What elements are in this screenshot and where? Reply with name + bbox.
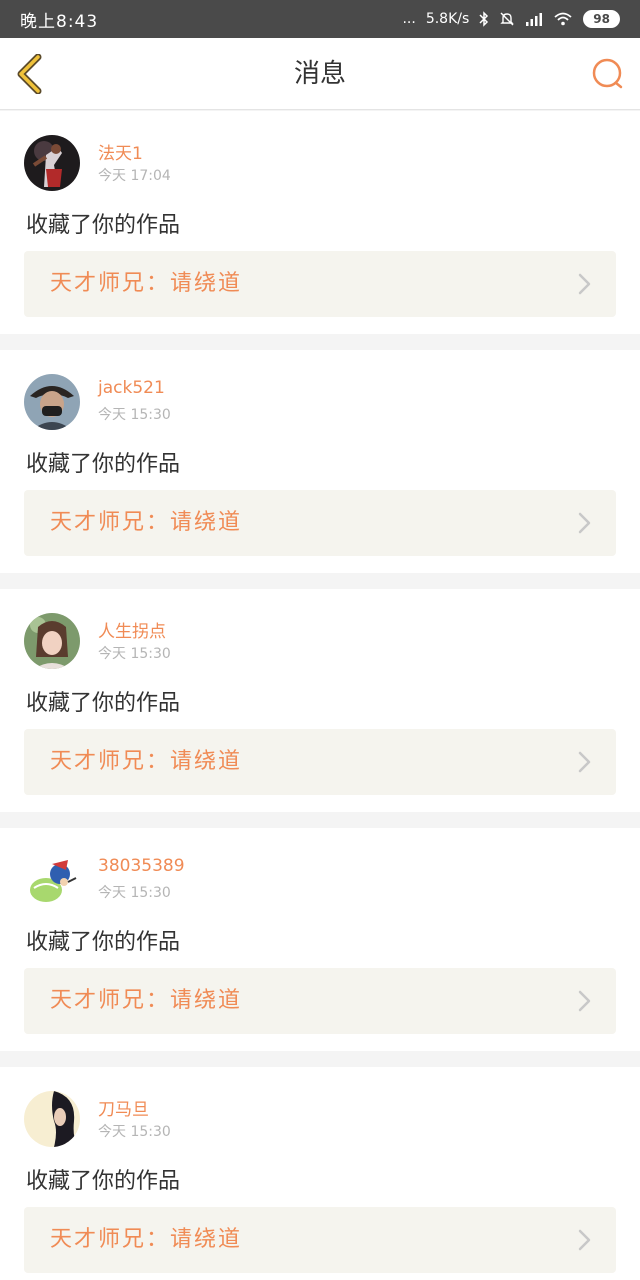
chevron-right-icon: [578, 751, 591, 773]
work-title: 天才师兄：请绕道: [50, 510, 243, 535]
message-text: 收藏了你的作品: [26, 452, 181, 477]
avatar[interactable]: [24, 135, 80, 191]
username[interactable]: 法天1: [98, 139, 143, 164]
username[interactable]: 38035389: [98, 856, 185, 876]
message-time: 今天 15:30: [98, 885, 171, 901]
message-time: 今天 15:30: [98, 1124, 171, 1140]
work-link[interactable]: 天才师兄：请绕道: [24, 729, 616, 795]
chevron-right-icon: [578, 1229, 591, 1251]
message-text: 收藏了你的作品: [26, 1169, 181, 1194]
work-link[interactable]: 天才师兄：请绕道: [24, 251, 616, 317]
message-card: 人生拐点 今天 15:30 收藏了你的作品 天才师兄：请绕道: [0, 589, 640, 812]
chevron-right-icon: [578, 990, 591, 1012]
status-bar: 晚上8:43 ... 5.8K/s 98: [0, 0, 640, 38]
message-time: 今天 15:30: [98, 407, 171, 423]
message-card: 刀马旦 今天 15:30 收藏了你的作品 天才师兄：请绕道: [0, 1067, 640, 1280]
search-button[interactable]: [590, 56, 626, 92]
message-time: 今天 17:04: [98, 168, 171, 184]
message-text: 收藏了你的作品: [26, 930, 181, 955]
chevron-right-icon: [578, 512, 591, 534]
avatar[interactable]: [24, 1091, 80, 1147]
status-dots: ...: [402, 11, 416, 27]
message-card: 38035389 今天 15:30 收藏了你的作品 天才师兄：请绕道: [0, 828, 640, 1051]
username[interactable]: 人生拐点: [98, 617, 166, 642]
network-speed: 5.8K/s: [425, 11, 470, 27]
work-title: 天才师兄：请绕道: [50, 271, 243, 296]
status-icons: ... 5.8K/s 98: [402, 10, 620, 28]
message-time: 今天 15:30: [98, 646, 171, 662]
navigation-bar: 消息: [0, 38, 640, 110]
message-list: 法天1 今天 17:04 收藏了你的作品 天才师兄：请绕道 jack521 今天…: [0, 111, 640, 1280]
work-title: 天才师兄：请绕道: [50, 988, 243, 1013]
message-card: 法天1 今天 17:04 收藏了你的作品 天才师兄：请绕道: [0, 111, 640, 334]
username[interactable]: 刀马旦: [98, 1095, 149, 1120]
avatar[interactable]: [24, 374, 80, 430]
work-title: 天才师兄：请绕道: [50, 1227, 243, 1252]
work-link[interactable]: 天才师兄：请绕道: [24, 1207, 616, 1273]
signal-icon: [525, 12, 543, 26]
message-text: 收藏了你的作品: [26, 691, 181, 716]
bell-off-icon: [499, 11, 515, 27]
bluetooth-icon: [479, 11, 489, 27]
page-title: 消息: [293, 59, 346, 89]
username[interactable]: jack521: [98, 378, 165, 398]
message-card: jack521 今天 15:30 收藏了你的作品 天才师兄：请绕道: [0, 350, 640, 573]
chevron-right-icon: [578, 273, 591, 295]
work-link[interactable]: 天才师兄：请绕道: [24, 968, 616, 1034]
work-link[interactable]: 天才师兄：请绕道: [24, 490, 616, 556]
work-title: 天才师兄：请绕道: [50, 749, 243, 774]
battery-level: 98: [583, 10, 620, 28]
status-time: 晚上8:43: [20, 11, 99, 32]
avatar[interactable]: [24, 852, 80, 908]
avatar[interactable]: [24, 613, 80, 669]
search-icon: [592, 58, 623, 89]
message-text: 收藏了你的作品: [26, 213, 181, 238]
wifi-icon: [553, 11, 573, 27]
